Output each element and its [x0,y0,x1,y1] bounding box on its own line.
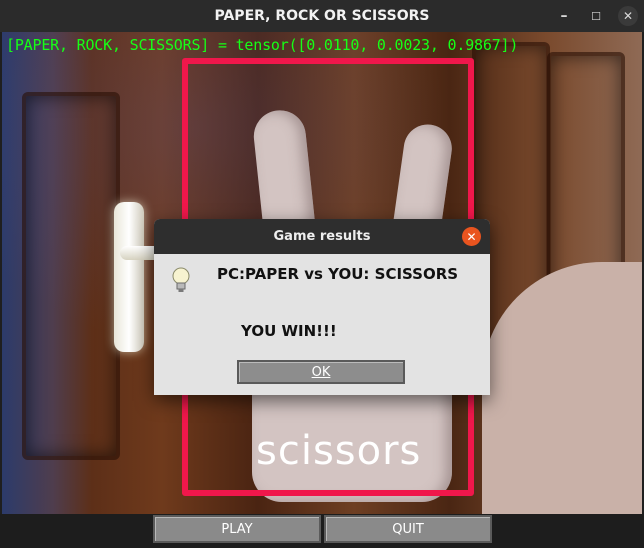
window-title: PAPER, ROCK OR SCISSORS [214,8,430,24]
dialog-title: Game results [273,229,371,244]
prediction-label: scissors [256,428,422,474]
close-button[interactable]: ✕ [612,0,644,32]
lightbulb-icon [172,267,190,292]
controls-bar: PLAY QUIT [0,514,644,548]
game-results-dialog: Game results ✕ PC:PAPER vs YOU: SCISSORS… [154,219,490,395]
result-outcome-text: YOU WIN!!! [241,322,337,340]
minimize-icon: – [560,8,568,24]
app-titlebar: PAPER, ROCK OR SCISSORS – ☐ ✕ [0,0,644,32]
dialog-titlebar: Game results ✕ [154,219,490,254]
detection-readout: [PAPER, ROCK, SCISSORS] = tensor([0.0110… [6,36,519,54]
result-matchup-text: PC:PAPER vs YOU: SCISSORS [217,265,459,283]
minimize-button[interactable]: – [548,0,580,32]
close-icon: ✕ [618,6,638,26]
dialog-close-button[interactable]: ✕ [462,227,481,246]
window-controls: – ☐ ✕ [548,0,644,32]
play-button[interactable]: PLAY [153,515,321,543]
door-handle [114,202,144,352]
door-panel [22,92,120,460]
quit-button[interactable]: QUIT [324,515,492,543]
maximize-icon: ☐ [591,9,601,23]
close-icon: ✕ [466,229,477,244]
ok-button[interactable]: OK [237,360,405,384]
maximize-button[interactable]: ☐ [580,0,612,32]
